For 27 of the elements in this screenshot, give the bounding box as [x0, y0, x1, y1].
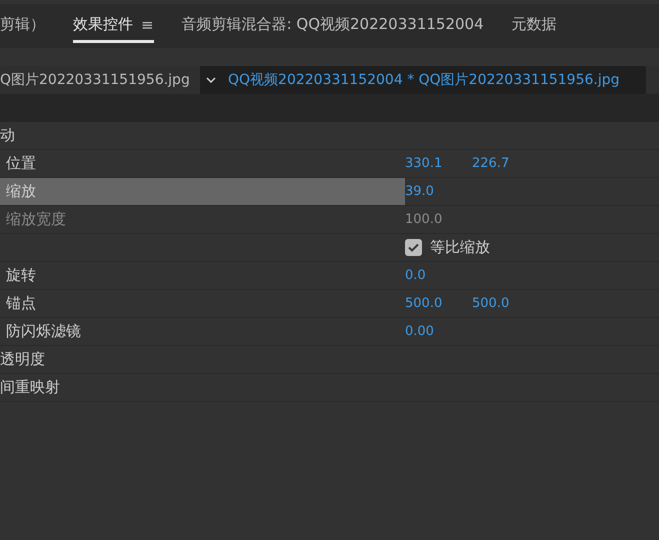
effect-section[interactable]: 动: [0, 122, 200, 149]
menu-icon[interactable]: ≡: [141, 16, 154, 34]
property-value[interactable]: 0.0: [405, 268, 472, 283]
property-name[interactable]: 缩放: [0, 178, 405, 205]
effect-section[interactable]: 透明度: [0, 346, 200, 373]
checkbox[interactable]: [405, 239, 422, 256]
panel-tab[interactable]: 剪辑）: [0, 9, 45, 43]
panel-tab[interactable]: 元数据: [512, 9, 557, 43]
effect-section[interactable]: 间重映射: [0, 374, 200, 401]
property-value[interactable]: 39.0: [405, 184, 472, 199]
panel-tab[interactable]: 效果控件 ≡: [73, 9, 154, 43]
checkmark-icon: [408, 243, 419, 252]
checkbox-label: 等比缩放: [430, 238, 490, 257]
property-value[interactable]: 0.00: [405, 324, 472, 339]
source-clip-name: Q图片20220331151956.jpg: [0, 71, 191, 90]
property-value[interactable]: 500.0: [405, 296, 472, 311]
property-name[interactable]: 锚点: [0, 290, 405, 317]
property-value[interactable]: 330.1: [405, 156, 472, 171]
property-name[interactable]: 位置: [0, 150, 405, 177]
panel-tab[interactable]: 音频剪辑混合器: QQ视频20220331152004: [182, 9, 484, 43]
property-value[interactable]: 226.7: [472, 156, 539, 171]
property-value: 100.0: [405, 212, 444, 227]
property-value[interactable]: 500.0: [472, 296, 539, 311]
sequence-dropdown[interactable]: QQ视频20220331152004 * QQ图片20220331151956.jpg: [200, 66, 646, 94]
chevron-down-icon: [206, 77, 216, 83]
property-name[interactable]: 防闪烁滤镜: [0, 318, 405, 345]
property-name[interactable]: 旋转: [0, 262, 405, 289]
